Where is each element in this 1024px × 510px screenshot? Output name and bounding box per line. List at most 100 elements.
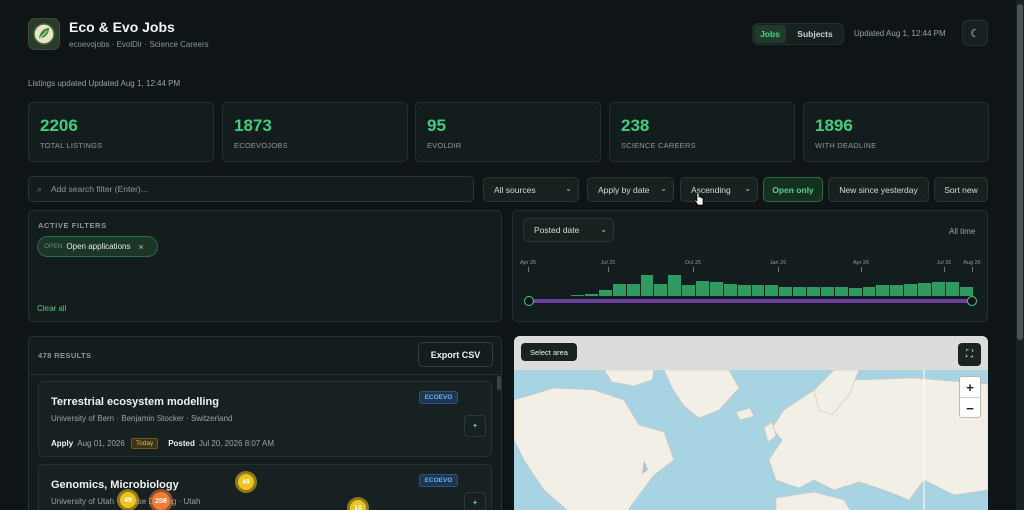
histogram-bar	[890, 285, 904, 296]
bookmark-button[interactable]: ✦	[464, 415, 486, 437]
job-meta: Apply Aug 01, 2026 Today Posted Jul 20, …	[51, 438, 274, 449]
stat-label: WITH DEADLINE	[815, 141, 877, 150]
apply-date: Aug 01, 2026	[77, 439, 125, 448]
posted-label: Posted	[168, 439, 195, 448]
results-scrollbar[interactable]	[497, 376, 501, 390]
date-field-select[interactable]: Posted date ⌄	[523, 218, 614, 242]
timeline-tick-label: Jul 25	[600, 260, 616, 266]
histogram-bar	[834, 287, 848, 296]
moon-icon: ☾	[970, 27, 980, 40]
stat-label: ECOEVOJOBS	[234, 141, 288, 150]
chevron-down-icon: ⌄	[660, 184, 667, 193]
timeline-tick-label: Aug 26	[963, 260, 981, 266]
histogram-bar	[959, 287, 973, 296]
zoom-out-button[interactable]: −	[960, 398, 980, 418]
histogram-bar	[585, 294, 598, 296]
histogram-bar	[654, 283, 668, 296]
select-area-button[interactable]: Select area	[521, 343, 577, 361]
stat-card-total: 2206 TOTAL LISTINGS	[28, 102, 214, 162]
stat-label: TOTAL LISTINGS	[40, 141, 103, 150]
posted-date: Jul 20, 2026 8:07 AM	[198, 439, 275, 448]
map-header-strip	[514, 336, 988, 370]
timeline-tick-label: Apr 26	[852, 260, 870, 266]
close-icon[interactable]: ×	[138, 242, 143, 252]
histogram-bar	[696, 280, 709, 296]
timeline-tick-mark	[861, 267, 862, 272]
timeline-tick-mark	[972, 267, 973, 272]
histogram-bar	[820, 287, 834, 296]
stat-value: 95	[427, 116, 446, 135]
source-select-value: All sources	[494, 184, 536, 195]
cursor-icon	[694, 192, 704, 206]
tab-jobs[interactable]: Jobs	[754, 25, 786, 43]
range-slider-track[interactable]	[529, 299, 973, 303]
tab-subjects[interactable]: Subjects	[790, 25, 840, 43]
job-subtitle: University of Bern · Benjamin Stocker · …	[51, 414, 233, 423]
bookmark-button[interactable]: ✦	[464, 492, 486, 510]
theme-toggle-button[interactable]: ☾	[962, 20, 988, 46]
page-scrollbar-thumb[interactable]	[1017, 4, 1023, 340]
job-map[interactable]: 49 208 49 10	[117, 336, 988, 510]
chip-text: Open applications	[66, 242, 131, 251]
today-badge: Today	[130, 438, 159, 449]
histogram-bar	[626, 283, 640, 296]
histogram-bar	[807, 287, 820, 296]
timeline-tick-mark	[693, 267, 694, 272]
histogram-bar	[945, 281, 959, 296]
range-slider-start-handle[interactable]	[524, 296, 534, 306]
sort-field-select[interactable]: Apply by date ⌄	[587, 177, 674, 202]
timeline-tick-label: Apr 25	[519, 260, 537, 266]
histogram-bar	[709, 281, 723, 296]
new-since-yesterday-button[interactable]: New since yesterday	[828, 177, 929, 202]
job-title[interactable]: Terrestrial ecosystem modelling	[51, 396, 219, 408]
divider	[29, 374, 501, 375]
stat-label: EVOLDIR	[427, 141, 462, 150]
fullscreen-button[interactable]: ⛶	[958, 343, 981, 366]
star-icon: ✦	[472, 423, 478, 430]
chevron-down-icon: ⌄	[565, 184, 572, 193]
timeline-tick-mark	[608, 267, 609, 272]
histogram-bar	[904, 283, 917, 296]
date-field-value: Posted date	[534, 225, 580, 235]
histogram-bar	[751, 285, 765, 296]
timeline-tick-label: Jul 26	[936, 260, 952, 266]
filter-chip-open[interactable]: OPEN Open applications ×	[37, 236, 158, 257]
histogram-bar	[612, 283, 626, 296]
app-subtitle: ecoevojobs · EvolDir · Science Careers	[69, 40, 209, 49]
clear-all-link[interactable]: Clear all	[37, 304, 66, 313]
leaf-logo-icon	[33, 23, 55, 45]
timeline-tick-label: Jan 26	[769, 260, 787, 266]
histogram-bar	[682, 284, 695, 296]
zoom-in-button[interactable]: +	[960, 377, 980, 397]
job-card[interactable]: Genomics, Microbiology University of Uta…	[38, 464, 492, 510]
fullscreen-icon: ⛶	[966, 349, 973, 360]
stat-card-ecoevojobs: 1873 ECOEVOJOBS	[222, 102, 408, 162]
sort-new-button[interactable]: Sort new	[934, 177, 988, 202]
timeline-tick-mark	[528, 267, 529, 272]
search-input[interactable]	[51, 181, 461, 197]
export-csv-button[interactable]: Export CSV	[418, 342, 493, 367]
histogram-bar	[668, 274, 682, 296]
histogram-bar	[931, 281, 945, 296]
search-icon: ⌕	[37, 184, 43, 194]
time-range-label: All time	[949, 227, 976, 236]
job-card[interactable]: Terrestrial ecosystem modelling Universi…	[38, 381, 492, 457]
chip-tag: OPEN	[44, 243, 63, 250]
world-map-land	[514, 370, 988, 510]
histogram-bar	[765, 285, 779, 296]
updated-timestamp: Updated Aug 1, 12:44 PM	[854, 29, 946, 38]
star-icon: ✦	[472, 500, 478, 507]
stat-card-science-careers: 238 SCIENCE CAREERS	[609, 102, 795, 162]
source-select[interactable]: All sources ⌄	[483, 177, 579, 202]
source-badge: ECOEVO	[419, 474, 458, 487]
listings-updated-text: Listings updated Updated Aug 1, 12:44 PM	[28, 79, 181, 88]
app-logo	[28, 18, 60, 50]
sort-order-select[interactable]: Ascending ⌄	[680, 177, 758, 202]
range-slider-end-handle[interactable]	[967, 296, 977, 306]
active-filters-label: ACTIVE FILTERS	[38, 221, 107, 230]
open-only-button[interactable]: Open only	[763, 177, 823, 202]
histogram-bar	[737, 285, 751, 296]
app-title: Eco & Evo Jobs	[69, 19, 175, 35]
timeline-tick-mark	[944, 267, 945, 272]
histogram-bar	[793, 287, 806, 296]
